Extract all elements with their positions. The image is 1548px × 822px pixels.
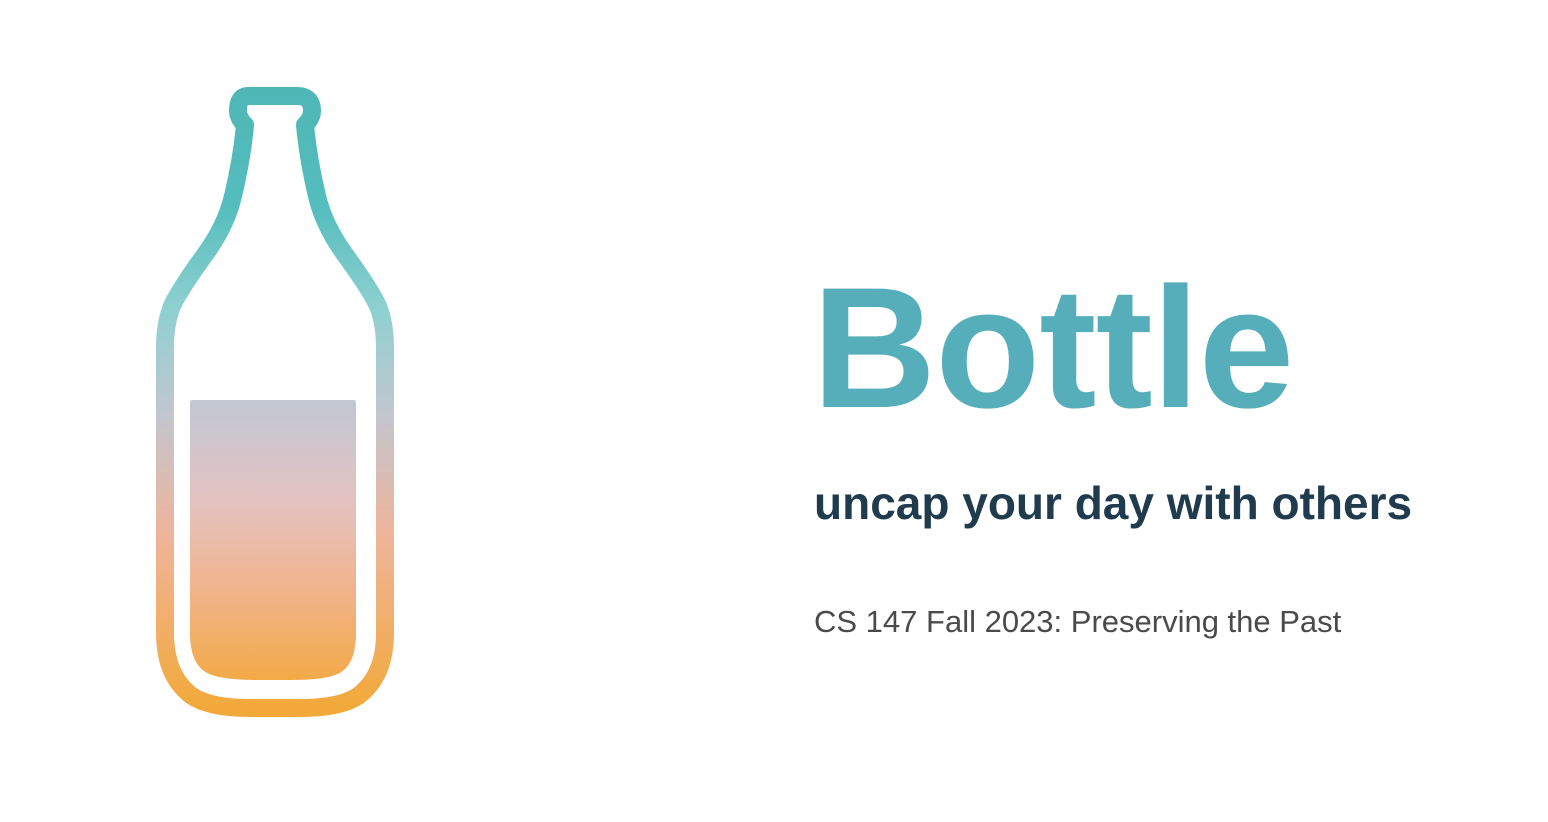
- logo: [140, 78, 410, 728]
- app-title: Bottle: [812, 252, 1294, 444]
- tagline: uncap your day with others: [814, 477, 1413, 529]
- bottle-icon: [156, 87, 394, 717]
- bottle-liquid: [190, 400, 356, 680]
- course-subtitle: CS 147 Fall 2023: Preserving the Past: [814, 604, 1342, 639]
